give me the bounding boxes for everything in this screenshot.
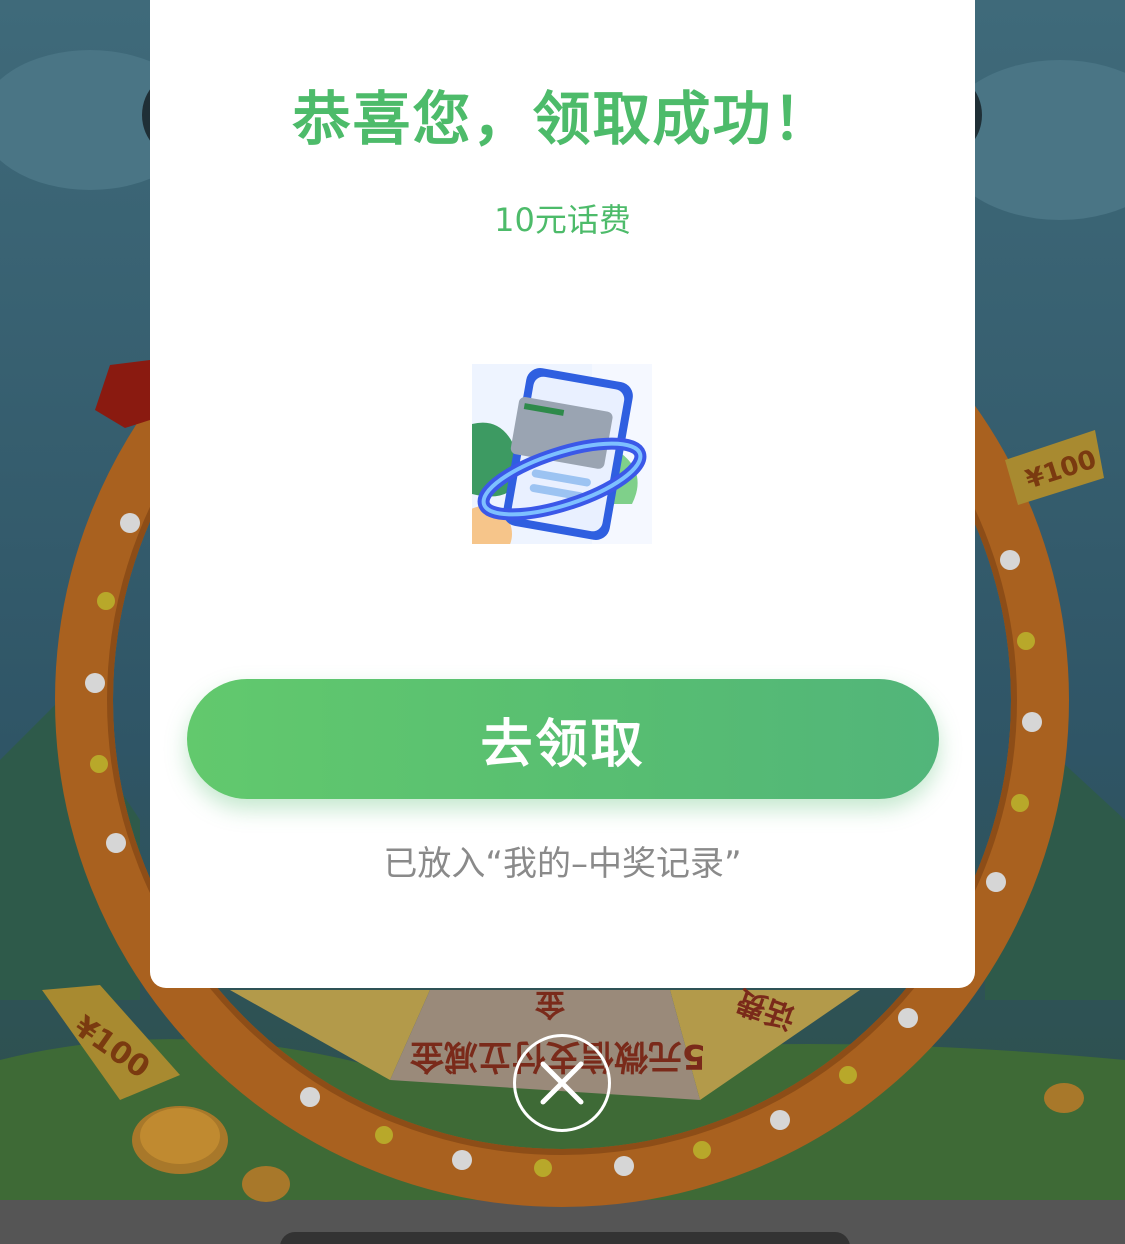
- record-note: 已放入“我的–中奖记录”: [383, 844, 742, 884]
- modal-title: 恭喜您，领取成功！: [292, 85, 833, 153]
- wheel-segment-label: 金: [535, 986, 565, 1021]
- success-modal: 恭喜您，领取成功！ 10元话费 去领取 已放入“我的–中奖记录”: [150, 0, 975, 988]
- claim-button[interactable]: 去领取: [187, 679, 939, 799]
- phone-card-icon: [472, 364, 652, 544]
- close-button[interactable]: [513, 1034, 611, 1132]
- close-icon: [540, 1061, 584, 1105]
- prize-name: 10元话费: [494, 201, 631, 239]
